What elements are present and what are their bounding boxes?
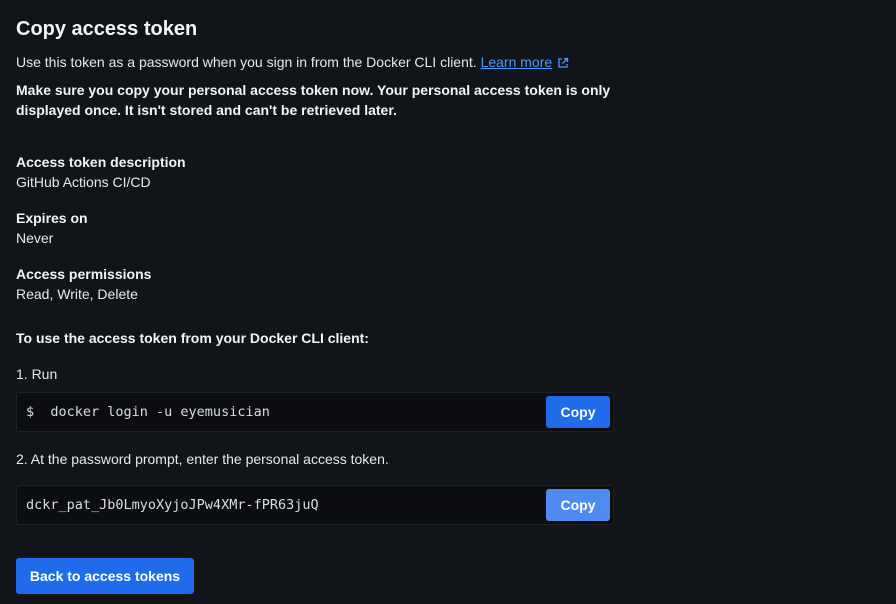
cli-heading: To use the access token from your Docker… [16,330,369,346]
permissions-label: Access permissions [16,266,152,282]
login-command[interactable]: $ docker login -u eyemusician [26,393,270,431]
warning-text: Make sure you copy your personal access … [16,82,611,118]
intro-text: Use this token as a password when you si… [16,52,569,74]
step-1-label: 1. Run [16,366,58,382]
description-value: GitHub Actions CI/CD [16,174,151,190]
expires-value: Never [16,230,54,246]
back-to-access-tokens-button[interactable]: Back to access tokens [16,558,194,594]
login-command-box: $ docker login -u eyemusician Copy [16,392,614,432]
permissions-value: Read, Write, Delete [16,286,138,302]
page-title: Copy access token [16,18,198,40]
expires-label: Expires on [16,210,88,226]
learn-more-link[interactable]: Learn more [481,54,553,70]
expires-field: Expires on Never [16,208,88,248]
external-link-icon[interactable] [557,54,569,74]
token-box: dckr_pat_Jb0LmyoXyjoJPw4XMr-fPR63juQ Cop… [16,485,614,525]
description-label: Access token description [16,154,186,170]
copy-token-button[interactable]: Copy [546,489,610,521]
access-token-value[interactable]: dckr_pat_Jb0LmyoXyjoJPw4XMr-fPR63juQ [26,486,319,524]
description-field: Access token description GitHub Actions … [16,152,186,192]
step-2-label: 2. At the password prompt, enter the per… [16,451,389,467]
intro-description: Use this token as a password when you si… [16,54,481,70]
permissions-field: Access permissions Read, Write, Delete [16,264,151,304]
learn-more-label: Learn more [480,54,553,70]
copy-command-button[interactable]: Copy [546,396,610,428]
